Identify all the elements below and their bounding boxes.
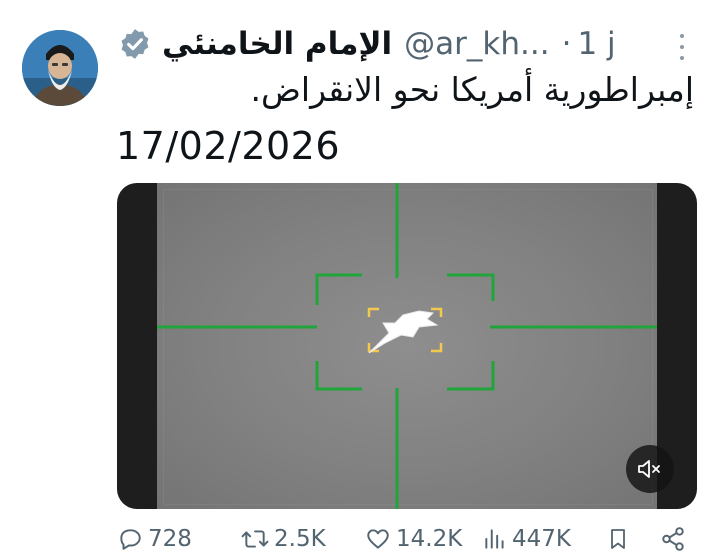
verified-badge-icon[interactable]	[118, 27, 152, 61]
tweet-video[interactable]	[117, 183, 697, 509]
more-options-icon[interactable]	[678, 34, 686, 60]
reply-count: 728	[148, 526, 192, 552]
targeting-reticle	[157, 183, 657, 509]
aircraft-target-icon	[368, 310, 439, 354]
views-button[interactable]: 447K	[482, 526, 571, 552]
author-handle[interactable]: @ar_kh...	[404, 26, 549, 62]
avatar-image	[22, 30, 98, 106]
repost-button[interactable]: 2.5K	[240, 526, 326, 552]
reticle-corner-bottom-left	[315, 361, 362, 391]
share-icon	[662, 527, 684, 551]
reply-icon	[120, 529, 141, 550]
video-frame	[157, 183, 657, 509]
repost-icon	[241, 530, 269, 548]
bookmark-icon	[611, 529, 625, 549]
reticle-corner-top-right	[447, 273, 495, 301]
author-display-name[interactable]: الإمام الخامنئي	[162, 26, 392, 62]
bookmark-button[interactable]	[606, 526, 634, 552]
like-count: 14.2K	[396, 526, 463, 552]
views-chart-icon	[485, 529, 504, 549]
separator-dot: ·	[561, 26, 572, 62]
avatar[interactable]	[22, 30, 98, 106]
reply-button[interactable]: 728	[116, 526, 192, 552]
speaker-muted-icon	[638, 460, 660, 478]
tweet-date-text: 17/02/2026	[116, 124, 341, 168]
like-button[interactable]: 14.2K	[364, 526, 462, 552]
mute-toggle-button[interactable]	[626, 445, 674, 493]
share-button[interactable]	[660, 526, 690, 552]
reticle-corner-top-left	[315, 273, 362, 305]
heart-icon	[367, 529, 389, 549]
reticle-corner-bottom-right	[447, 361, 495, 391]
tweet-text: إمبراطورية أمريكا نحو الانقراض.	[250, 70, 694, 109]
tweet-header: الإمام الخامنئي @ar_kh... · 1 j	[118, 20, 698, 68]
repost-count: 2.5K	[274, 526, 326, 552]
views-count: 447K	[512, 526, 571, 552]
tweet-timestamp[interactable]: 1 j	[577, 26, 615, 62]
